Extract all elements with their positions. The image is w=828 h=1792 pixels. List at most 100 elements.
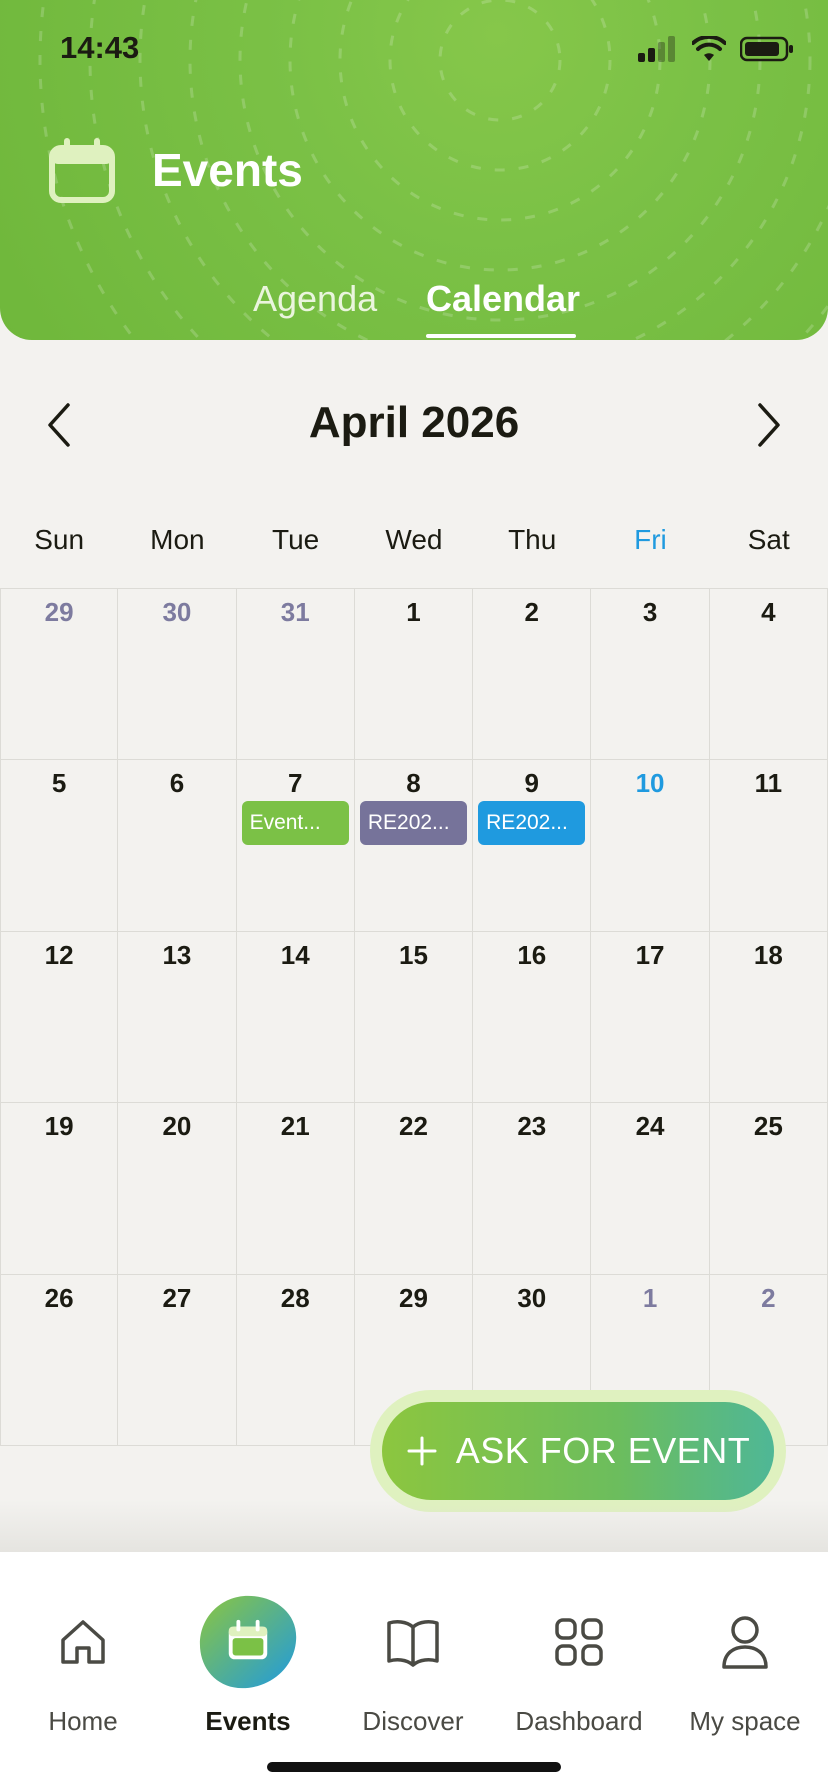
calendar-day-cell[interactable]: 29: [0, 589, 119, 761]
calendar-day-cell[interactable]: 16: [473, 931, 592, 1104]
calendar-day-number: 29: [44, 597, 74, 627]
nav-my-space-label: My space: [689, 1706, 801, 1736]
calendar-day-cell[interactable]: 24: [591, 1103, 710, 1275]
calendar-day-number: 30: [162, 597, 192, 627]
nav-events[interactable]: Events: [165, 1592, 331, 1737]
user-icon: [722, 1616, 768, 1669]
calendar-day-cell[interactable]: 6: [118, 760, 237, 932]
month-navigation: April 2026: [0, 390, 828, 460]
grid-icon: [555, 1618, 603, 1666]
ask-for-event-button[interactable]: ASK FOR EVENT: [382, 1402, 774, 1500]
calendar-day-number: 15: [399, 939, 428, 970]
nav-home[interactable]: Home: [0, 1592, 166, 1737]
chevron-right-icon: [758, 403, 780, 447]
ask-for-event-label: ASK FOR EVENT: [455, 1430, 751, 1471]
calendar-day-cell[interactable]: 23: [473, 1103, 592, 1275]
calendar-day-cell[interactable]: 11: [709, 760, 828, 932]
wifi-icon: [692, 36, 726, 61]
weekday-tue: Tue: [272, 524, 320, 555]
calendar-day-cell[interactable]: 17: [591, 931, 710, 1104]
calendar-day-cell[interactable]: 20: [118, 1103, 237, 1275]
calendar-day-cell[interactable]: 1: [354, 589, 474, 761]
calendar-day-number: 6: [169, 768, 185, 799]
calendar-day-cell[interactable]: 12: [0, 931, 119, 1104]
calendar-day-cell[interactable]: 27: [118, 1274, 237, 1446]
calendar-day-cell[interactable]: 30: [118, 589, 237, 761]
nav-home-label: Home: [48, 1706, 118, 1736]
calendar-day-cell[interactable]: 3: [591, 589, 710, 761]
tab-calendar[interactable]: Calendar: [426, 278, 580, 320]
weekday-header: Sun Mon Tue Wed Thu Fri Sat: [0, 524, 828, 564]
weekday-sat: Sat: [747, 524, 790, 555]
calendar-day-number: 2: [761, 1282, 776, 1313]
calendar-day-cell[interactable]: 18: [709, 931, 828, 1104]
battery-icon: [740, 36, 793, 62]
calendar-day-number: 18: [753, 939, 783, 970]
calendar-day-cell[interactable]: 2: [473, 589, 592, 761]
calendar-day-cell[interactable]: 19: [0, 1103, 119, 1275]
plus-icon: [407, 1436, 437, 1466]
calendar-day-number: 16: [517, 939, 547, 970]
calendar-day-number: 30: [517, 1282, 547, 1313]
weekday-fri: Fri: [634, 524, 667, 555]
calendar-day-cell[interactable]: 5: [0, 760, 119, 932]
calendar-day-cell[interactable]: 13: [118, 931, 237, 1104]
calendar-day-number: 17: [635, 939, 665, 970]
calendar-day-number: 20: [162, 1111, 192, 1142]
calendar-day-cell[interactable]: 9 RE202...: [473, 760, 592, 932]
event-chip[interactable]: RE202...: [478, 801, 586, 846]
calendar-day-cell[interactable]: 7 Event...: [236, 760, 355, 932]
calendar-day-number: 25: [753, 1111, 783, 1142]
app-header: 14:43 Events Agenda Calendar: [0, 0, 828, 340]
calendar-day-number: 1: [406, 597, 421, 627]
weekday-wed: Wed: [385, 524, 443, 555]
calendar-day-cell[interactable]: 28: [236, 1274, 355, 1446]
calendar-day-number: 11: [754, 768, 783, 799]
nav-discover-label: Discover: [362, 1706, 464, 1736]
nav-dashboard-label: Dashboard: [515, 1706, 643, 1736]
calendar-day-cell[interactable]: 15: [354, 931, 474, 1104]
calendar-day-cell[interactable]: 14: [236, 931, 355, 1104]
month-title: April 2026: [308, 398, 520, 447]
calendar-icon: [199, 1595, 297, 1689]
header-title-row: Events: [48, 136, 303, 204]
calendar-day-cell[interactable]: 21: [236, 1103, 355, 1275]
calendar-day-number: 2: [524, 597, 540, 627]
calendar-day-number: 7: [287, 768, 303, 799]
calendar-day-cell[interactable]: 4: [709, 589, 828, 761]
view-tabs: Agenda Calendar: [0, 278, 828, 340]
weekday-thu: Thu: [508, 524, 557, 555]
calendar-day-number: 23: [517, 1111, 547, 1142]
calendar-day-cell[interactable]: 26: [0, 1274, 119, 1446]
weekday-sun: Sun: [34, 524, 85, 555]
calendar-day-cell[interactable]: 31: [236, 589, 355, 761]
event-chip[interactable]: Event...: [241, 801, 349, 846]
calendar-day-number: 8: [406, 768, 421, 799]
calendar-day-number: 24: [635, 1111, 665, 1142]
next-month-button[interactable]: [744, 400, 794, 450]
calendar-day-cell[interactable]: 8 RE202...: [354, 760, 474, 932]
nav-dashboard[interactable]: Dashboard: [496, 1592, 662, 1737]
calendar-day-number: 4: [761, 597, 776, 627]
calendar-day-number: 27: [162, 1282, 192, 1313]
event-chip[interactable]: RE202...: [359, 801, 468, 846]
calendar-day-number: 21: [280, 1111, 310, 1142]
calendar-day-number: 5: [51, 768, 67, 799]
nav-discover[interactable]: Discover: [330, 1592, 496, 1737]
calendar-day-number: 1: [642, 1282, 658, 1313]
calendar-day-number: 26: [44, 1282, 74, 1313]
calendar-day-cell[interactable]: 22: [354, 1103, 474, 1275]
calendar-day-cell[interactable]: 25: [709, 1103, 828, 1275]
weekday-mon: Mon: [150, 524, 205, 555]
status-time: 14:43: [60, 30, 140, 65]
calendar-day-number: 14: [280, 939, 310, 970]
home-icon: [61, 1620, 105, 1664]
tab-agenda[interactable]: Agenda: [253, 278, 377, 320]
calendar-day-cell[interactable]: 10: [591, 760, 710, 932]
page-title: Events: [152, 144, 303, 196]
calendar-day-number: 10: [635, 768, 665, 799]
nav-my-space[interactable]: My space: [662, 1592, 828, 1737]
calendar-day-number: 13: [162, 939, 192, 970]
calendar-day-number: 12: [44, 939, 74, 970]
bottom-navigation: Home Events Discover Dashboard My space: [0, 1552, 828, 1792]
